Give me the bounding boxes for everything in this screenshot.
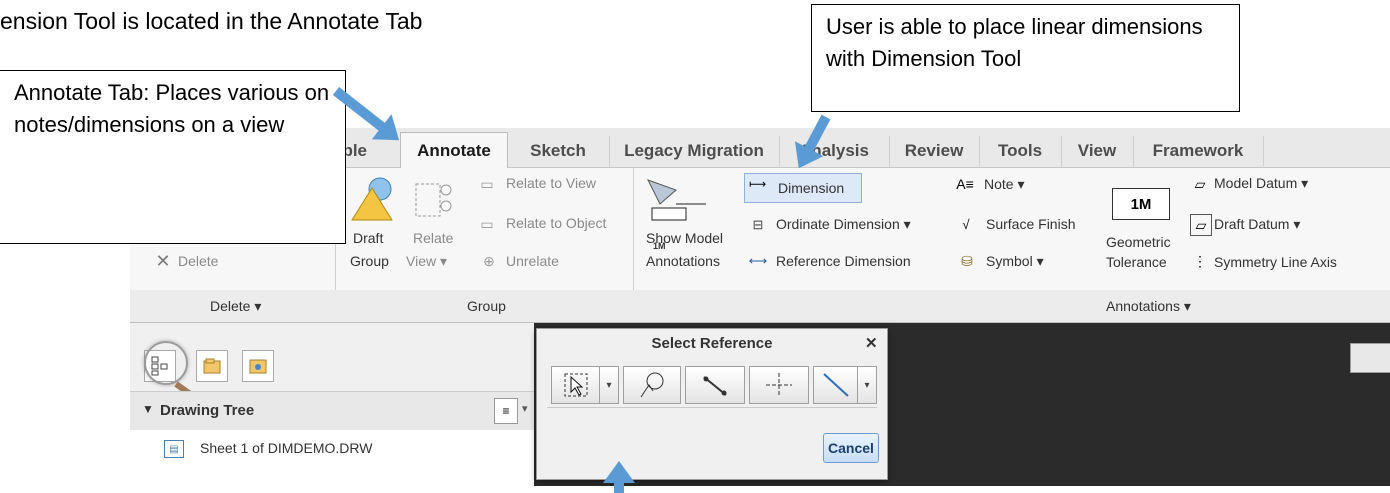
edge-reference-button[interactable] (685, 366, 745, 404)
drawing-tree-body: ▤ Sheet 1 of DIMDEMO.DRW (130, 430, 534, 486)
show-model-label[interactable]: Show Model (646, 230, 723, 246)
line-reference-button[interactable] (813, 366, 859, 404)
dimension-label: Dimension (778, 180, 845, 196)
show-model-annotations-icon (646, 178, 710, 222)
select-filter-button[interactable] (551, 366, 601, 404)
ordinate-dimension-button[interactable]: Ordinate Dimension ▾ (776, 216, 911, 233)
tab-tools[interactable]: Tools (979, 136, 1062, 166)
draft-datum-icon: ▱ (1190, 214, 1212, 236)
unrelate-button[interactable]: Unrelate (506, 253, 559, 269)
line-reference-dropdown[interactable]: ▾ (857, 366, 877, 404)
group-label-bar: Delete ▾ Group Annotations ▾ (130, 290, 1390, 323)
axis-reference-button[interactable] (749, 366, 809, 404)
select-filter-dropdown[interactable]: ▾ (599, 366, 619, 404)
geometric-label[interactable]: Geometric (1106, 234, 1171, 250)
symbol-icon: ⛁ (961, 252, 973, 269)
draft-label[interactable]: Draft (353, 230, 383, 246)
cancel-button[interactable]: Cancel (823, 433, 879, 463)
symmetry-line-axis-button[interactable]: Symmetry Line Axis (1214, 254, 1337, 270)
spacer (209, 0, 223, 6)
note-icon: A≡ (956, 176, 974, 192)
magnifier-highlight (144, 341, 188, 385)
collapse-icon[interactable]: ▼ (142, 402, 154, 416)
folder-browser-tab[interactable] (196, 350, 228, 382)
model-datum-icon: ▱ (1194, 175, 1206, 192)
tab-legacy-migration[interactable]: Legacy Migration (609, 136, 780, 166)
relate-to-view-button[interactable]: Relate to View (506, 175, 596, 191)
model-datum-button[interactable]: Model Datum ▾ (1214, 175, 1308, 192)
select-reference-dialog: Select Reference ✕ ▾ ▾ Cancel (536, 328, 888, 480)
dimension-button[interactable]: ⟼ Dimension (744, 173, 862, 203)
tab-annotate[interactable]: Annotate (400, 132, 508, 169)
geometric-tolerance-icon: 1M (1112, 188, 1170, 220)
annotate-tab-callout: Annotate Tab: Places various on notes/di… (0, 70, 346, 244)
sheet-icon: ▤ (164, 440, 184, 458)
surface-finish-icon: √ (962, 216, 970, 232)
close-icon[interactable]: ✕ (865, 334, 878, 352)
tab-review[interactable]: Review (889, 136, 980, 166)
relate-to-object-button[interactable]: Relate to Object (506, 215, 606, 231)
annotations-label[interactable]: Annotations (646, 253, 720, 269)
relate-to-object-icon: ▭ (480, 215, 494, 232)
surface-finish-button[interactable]: Surface Finish (986, 216, 1075, 232)
annotations-group-label[interactable]: Annotations ▾ (1106, 298, 1191, 315)
draft-datum-button[interactable]: Draft Datum ▾ (1214, 216, 1300, 233)
tab-view[interactable]: View (1061, 136, 1134, 166)
relate-to-view-icon: ▭ (480, 175, 494, 192)
tolerance-label[interactable]: Tolerance (1106, 254, 1167, 270)
delete-icon: ✕ (155, 250, 171, 271)
ordinate-dimension-icon: ⊟ (752, 217, 764, 232)
dialog-title: Select Reference (651, 335, 773, 352)
tree-settings-dropdown-icon[interactable]: ▾ (522, 402, 528, 415)
group-label[interactable]: Group (350, 253, 389, 269)
favorites-tab[interactable] (242, 350, 274, 382)
dimension-callout: User is able to place linear dimensions … (811, 4, 1240, 112)
surface-reference-button[interactable] (623, 366, 681, 404)
drawing-tree-title: Drawing Tree (160, 402, 255, 419)
delete-group-label[interactable]: Delete ▾ (210, 298, 261, 315)
draft-group-icon (348, 176, 396, 222)
page-caption: ension Tool is located in the Annotate T… (0, 8, 423, 34)
reference-dimension-button[interactable]: Reference Dimension (776, 253, 911, 269)
tree-settings-icon[interactable]: ≡ (494, 398, 518, 424)
view-dropdown[interactable]: View ▾ (406, 253, 447, 270)
symbol-button[interactable]: Symbol ▾ (986, 253, 1044, 270)
tab-sketch[interactable]: Sketch (507, 136, 610, 166)
dialog-arrow (614, 481, 624, 493)
group-group-label[interactable]: Group (467, 298, 506, 314)
reference-dimension-icon: ⟷ (748, 253, 768, 268)
dimension-icon: ⟼ (749, 177, 767, 191)
sidebar: ▼ Drawing Tree ≡ ▾ ▤ Sheet 1 of DIMDEMO.… (130, 323, 535, 486)
relate-label[interactable]: Relate (413, 230, 453, 246)
note-button[interactable]: Note ▾ (984, 176, 1025, 193)
symmetry-line-icon: ⋮ (1193, 252, 1207, 269)
drawing-tree-header: ▼ Drawing Tree ≡ ▾ (130, 391, 534, 431)
delete-button[interactable]: Delete (178, 253, 218, 269)
unrelate-icon: ⊕ (483, 252, 495, 269)
tab-framework[interactable]: Framework (1133, 136, 1264, 166)
zoom-icon[interactable] (1350, 343, 1390, 373)
sheet-item[interactable]: Sheet 1 of DIMDEMO.DRW (200, 440, 372, 456)
gtol-icon-text: 1M (1130, 195, 1152, 213)
relate-view-icon (413, 178, 453, 222)
